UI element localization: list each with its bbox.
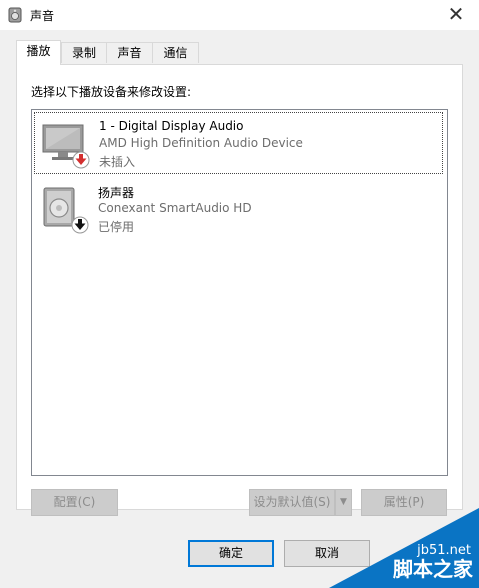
set-default-button[interactable]: 设为默认值(S) — [249, 489, 335, 516]
speaker-app-icon — [8, 7, 22, 23]
device-item-digital-display-audio[interactable]: 1 - Digital Display Audio AMD High Defin… — [34, 112, 443, 174]
dialog-body: 播放 录制 声音 通信 选择以下播放设备来修改设置: 1 - Digital D… — [0, 30, 479, 588]
tab-playback[interactable]: 播放 — [16, 40, 61, 65]
watermark-name: 脚本之家 — [393, 557, 473, 581]
instruction-text: 选择以下播放设备来修改设置: — [31, 85, 192, 99]
monitor-icon — [42, 124, 90, 169]
playback-panel: 选择以下播放设备来修改设置: 1 - Digital Display Audio — [16, 64, 463, 510]
watermark: jb51.net 脚本之家 — [329, 508, 479, 588]
title-bar: 声音 ✕ — [0, 0, 479, 30]
device-status: 未插入 — [99, 155, 136, 169]
device-item-speakers[interactable]: 扬声器 Conexant SmartAudio HD 已停用 — [34, 178, 443, 240]
device-list[interactable]: 1 - Digital Display Audio AMD High Defin… — [31, 109, 448, 476]
window-title: 声音 — [30, 9, 55, 23]
device-description: Conexant SmartAudio HD — [98, 201, 252, 215]
device-description: AMD High Definition Audio Device — [99, 136, 303, 150]
black-down-arrow-badge — [71, 216, 89, 234]
close-button[interactable]: ✕ — [433, 0, 479, 30]
speaker-icon — [43, 187, 89, 234]
tab-sounds[interactable]: 声音 — [106, 42, 153, 63]
device-status: 已停用 — [98, 220, 135, 234]
ok-button[interactable]: 确定 — [188, 540, 274, 567]
red-down-arrow-badge — [72, 151, 90, 169]
configure-button[interactable]: 配置(C) — [31, 489, 118, 516]
tab-communications[interactable]: 通信 — [152, 42, 199, 63]
tab-recording[interactable]: 录制 — [61, 42, 107, 63]
device-name: 扬声器 — [98, 186, 135, 200]
device-name: 1 - Digital Display Audio — [99, 119, 244, 133]
